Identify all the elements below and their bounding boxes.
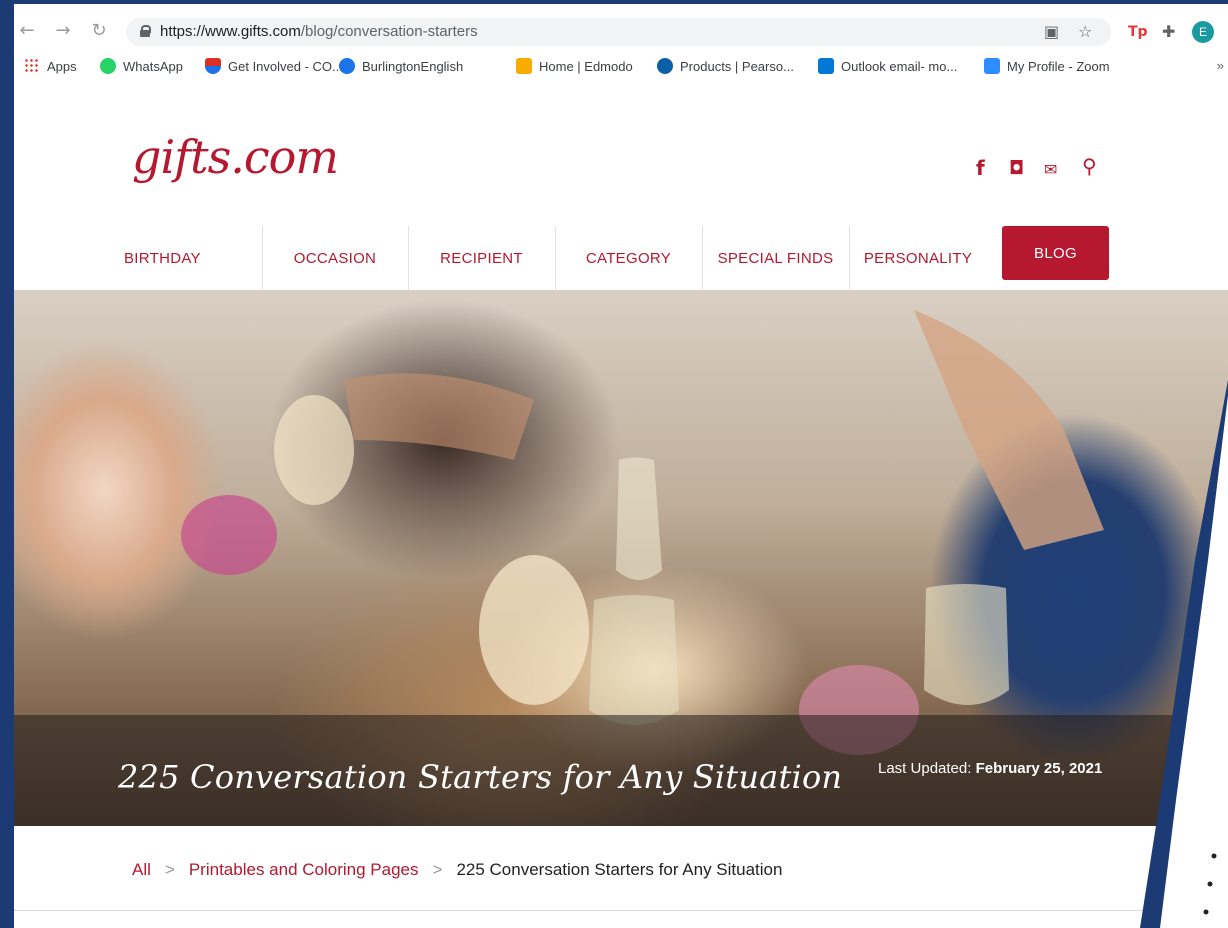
facebook-icon[interactable]: f: [976, 156, 985, 180]
address-bar[interactable]: https://www.gifts.com/blog/conversation-…: [126, 18, 1111, 46]
zoom-icon: [984, 58, 1000, 74]
bookmark-apps[interactable]: Apps: [24, 58, 77, 74]
bookmark-whatsapp[interactable]: WhatsApp: [100, 58, 183, 74]
webpage: gifts.com f ◘ ✉ ⚲ BIRTHDAY OCCASION RECI…: [14, 86, 1228, 928]
nav-recipient[interactable]: RECIPIENT: [408, 226, 555, 290]
qr-code-icon[interactable]: ▣: [1044, 22, 1059, 41]
url-path: /blog/conversation-starters: [300, 23, 478, 40]
bookmark-label: Apps: [47, 58, 77, 74]
breadcrumb-all[interactable]: All: [132, 860, 151, 879]
bookmark-burlington[interactable]: BurlingtonEnglish: [339, 58, 463, 74]
wine-glass: [924, 584, 1009, 705]
hero-image: 225 Conversation Starters for Any Situat…: [14, 290, 1228, 826]
edmodo-icon: [516, 58, 532, 74]
bookmarks-bar: Apps WhatsApp Get Involved - CO... Burli…: [14, 54, 1228, 82]
nav-category[interactable]: CATEGORY: [555, 226, 702, 290]
breadcrumb-current: 225 Conversation Starters for Any Situat…: [456, 860, 783, 879]
whatsapp-icon: [100, 58, 116, 74]
profile-avatar[interactable]: E: [1192, 21, 1214, 43]
bookmark-get-involved[interactable]: Get Involved - CO...: [205, 58, 343, 74]
lock-icon: [140, 25, 151, 37]
last-updated-date: February 25, 2021: [975, 760, 1103, 777]
pearson-icon: [657, 58, 673, 74]
bookmark-label: WhatsApp: [123, 58, 183, 74]
bookmark-label: Get Involved - CO...: [228, 58, 343, 74]
extensions-puzzle-icon[interactable]: ✚: [1162, 22, 1175, 41]
apps-grid-icon: [24, 58, 40, 74]
bookmark-label: BurlingtonEnglish: [362, 58, 464, 74]
instagram-icon[interactable]: ◘: [1009, 158, 1024, 179]
wine-glass: [616, 457, 662, 580]
article-title: 225 Conversation Starters for Any Situat…: [118, 758, 843, 796]
breadcrumb: All > Printables and Coloring Pages >225 Co…: [132, 860, 782, 880]
nav-special-finds[interactable]: SPECIAL FINDS: [702, 226, 849, 290]
bookmark-outlook[interactable]: Outlook email- mo...: [818, 58, 957, 74]
last-updated-label: Last Updated:: [878, 760, 972, 777]
search-icon[interactable]: ⚲: [1082, 154, 1097, 178]
last-updated: Last Updated: February 25, 2021: [878, 760, 1102, 777]
content-divider: [14, 910, 1228, 911]
wine-glass: [589, 595, 679, 725]
bookmark-star-icon[interactable]: ☆: [1078, 22, 1092, 41]
arm: [914, 310, 1104, 550]
breadcrumb-separator: >: [164, 860, 175, 879]
email-icon[interactable]: ✉: [1044, 160, 1057, 179]
breadcrumb-separator: >: [432, 860, 443, 879]
bookmark-label: Outlook email- mo...: [841, 58, 958, 74]
forward-arrow-icon[interactable]: →: [52, 20, 74, 42]
site-logo[interactable]: gifts.com: [132, 130, 339, 184]
bookmark-label: My Profile - Zoom: [1007, 58, 1110, 74]
back-arrow-icon[interactable]: ←: [16, 20, 38, 42]
reload-icon[interactable]: ↻: [88, 20, 110, 42]
bookmark-label: Home | Edmodo: [539, 58, 633, 74]
nav-occasion[interactable]: OCCASION: [262, 226, 408, 290]
burlington-icon: [339, 58, 355, 74]
bookmark-pearson[interactable]: Products | Pearso...: [657, 58, 794, 74]
browser-toolbar: ← → ↻ https://www.gifts.com/blog/convers…: [14, 14, 1228, 48]
bookmark-edmodo[interactable]: Home | Edmodo: [516, 58, 633, 74]
shield-icon: [205, 58, 221, 74]
candle-jar: [274, 395, 354, 505]
nav-personality[interactable]: PERSONALITY: [849, 226, 987, 290]
extension-tp-icon[interactable]: Tp: [1128, 24, 1148, 40]
url-host: https://www.gifts.com: [160, 23, 301, 40]
arm: [344, 373, 534, 460]
bookmark-label: Products | Pearso...: [680, 58, 794, 74]
nav-blog[interactable]: BLOG: [1002, 226, 1109, 280]
url-text: https://www.gifts.com/blog/conversation-…: [160, 23, 478, 40]
main-navigation: BIRTHDAY OCCASION RECIPIENT CATEGORY SPE…: [14, 226, 1228, 290]
breadcrumb-category[interactable]: Printables and Coloring Pages: [189, 860, 419, 879]
nav-birthday[interactable]: BIRTHDAY: [124, 226, 264, 290]
bookmarks-overflow-icon[interactable]: »: [1217, 58, 1224, 73]
candle-jar: [479, 555, 589, 705]
outlook-icon: [818, 58, 834, 74]
flowers: [181, 495, 277, 575]
bookmark-zoom[interactable]: My Profile - Zoom: [984, 58, 1110, 74]
